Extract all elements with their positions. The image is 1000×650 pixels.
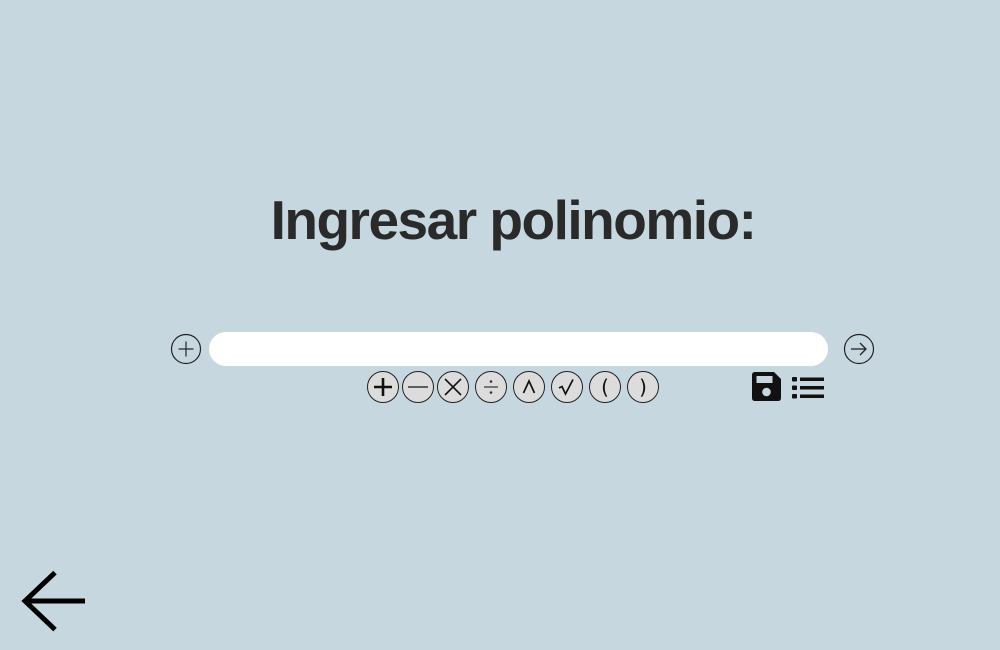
operator-times-button[interactable]	[437, 371, 469, 403]
operator-left-paren-button[interactable]: (	[589, 371, 621, 403]
save-button[interactable]	[752, 372, 781, 401]
right-paren-label: )	[639, 375, 647, 399]
back-button[interactable]	[19, 569, 87, 633]
floppy-disk-icon	[752, 372, 781, 401]
operator-right-paren-button[interactable]: )	[627, 371, 659, 403]
times-icon	[444, 378, 462, 396]
arrow-left-icon	[21, 570, 85, 632]
operator-plus-button[interactable]	[367, 371, 399, 403]
circle-arrow-right-icon	[843, 333, 875, 365]
caret-icon	[522, 378, 536, 394]
operator-divide-button[interactable]	[475, 371, 507, 403]
page-title: Ingresar polinomio:	[270, 189, 757, 251]
operator-sqrt-button[interactable]	[551, 371, 583, 403]
list-icon	[792, 377, 824, 399]
add-polynomial-button[interactable]	[170, 333, 202, 365]
circle-plus-icon	[170, 333, 202, 365]
list-button[interactable]	[792, 376, 824, 400]
sqrt-icon	[558, 379, 574, 396]
plus-icon	[374, 378, 392, 396]
polynomial-input[interactable]	[209, 332, 828, 366]
operator-minus-button[interactable]	[402, 371, 434, 403]
divide-icon	[484, 380, 498, 394]
operator-power-button[interactable]	[513, 371, 545, 403]
minus-icon	[408, 386, 428, 388]
submit-button[interactable]	[843, 333, 875, 365]
left-paren-label: (	[601, 375, 609, 399]
